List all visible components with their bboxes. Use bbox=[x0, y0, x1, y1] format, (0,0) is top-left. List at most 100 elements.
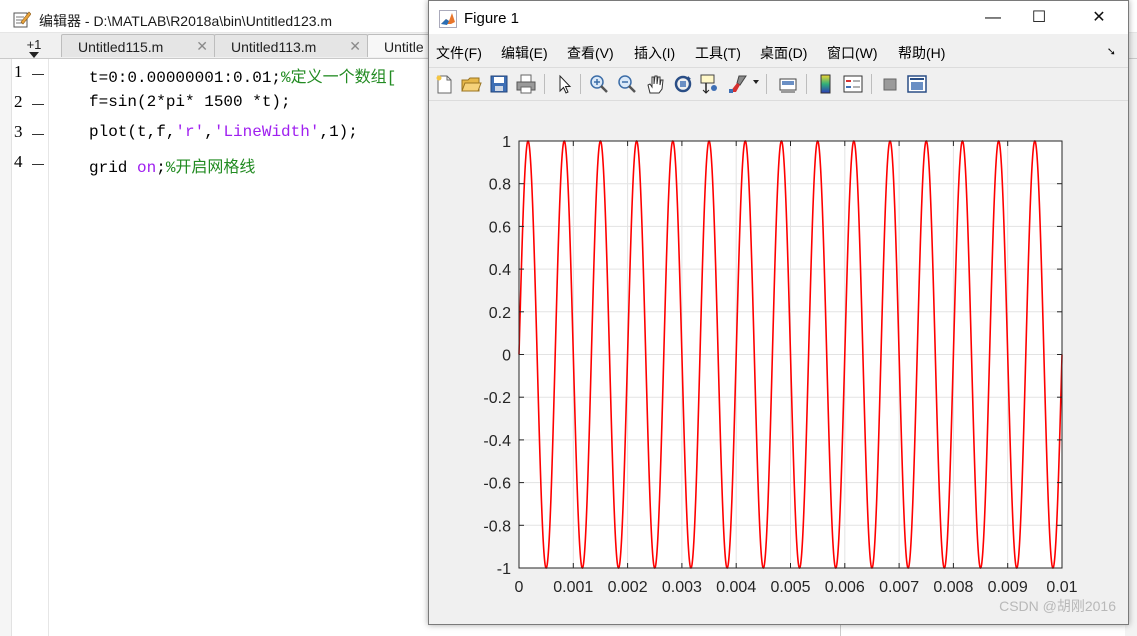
data-cursor-icon[interactable] bbox=[699, 73, 721, 95]
menu-edit[interactable]: 编辑(E) bbox=[501, 43, 548, 63]
menu-file[interactable]: 文件(F) bbox=[436, 43, 482, 63]
hide-plot-tools-icon[interactable] bbox=[879, 73, 901, 95]
tab-label: Untitled115.m bbox=[78, 39, 164, 55]
brush-icon[interactable] bbox=[727, 73, 749, 95]
code-text: plot(t,f, bbox=[89, 123, 176, 141]
breakpoint-marker[interactable] bbox=[32, 164, 44, 165]
figure-toolbar bbox=[429, 67, 1128, 101]
line-number-gutter: 1 2 3 4 bbox=[12, 59, 49, 636]
x-tick-label: 0.008 bbox=[933, 579, 973, 596]
pan-icon[interactable] bbox=[644, 73, 666, 95]
x-tick-label: 0 bbox=[515, 579, 524, 596]
legend-icon[interactable] bbox=[842, 73, 864, 95]
code-line-3: plot(t,f,'r','LineWidth',1); bbox=[89, 123, 358, 141]
menu-window[interactable]: 窗口(W) bbox=[827, 43, 878, 63]
toolbar-separator bbox=[766, 74, 767, 94]
tab-untitled113[interactable]: Untitled113.m ✕ bbox=[214, 34, 368, 57]
watermark: CSDN @胡刚2016 bbox=[999, 598, 1116, 614]
maximize-button[interactable]: ☐ bbox=[1016, 1, 1062, 34]
code-comment: %开启网格线 bbox=[165, 159, 256, 177]
code-comment: %定义一个数组[ bbox=[281, 69, 397, 87]
print-icon[interactable] bbox=[515, 73, 537, 95]
code-text: ,1); bbox=[319, 123, 358, 141]
x-tick-label: 0.002 bbox=[608, 579, 648, 596]
x-tick-label: 0.007 bbox=[879, 579, 919, 596]
zoom-in-icon[interactable] bbox=[588, 73, 610, 95]
figure-titlebar[interactable]: Figure 1 — ☐ ✕ bbox=[429, 1, 1128, 34]
editor-title: 编辑器 - D:\MATLAB\R2018a\bin\Untitled123.m bbox=[39, 13, 333, 29]
x-tick-label: 0.001 bbox=[553, 579, 593, 596]
y-tick-label: -0.2 bbox=[483, 390, 511, 407]
menu-desktop[interactable]: 桌面(D) bbox=[760, 43, 807, 63]
new-figure-icon[interactable] bbox=[433, 73, 455, 95]
minimize-button[interactable]: — bbox=[970, 1, 1016, 34]
y-tick-label: 0 bbox=[502, 348, 511, 365]
save-icon[interactable] bbox=[488, 73, 510, 95]
code-keyword: on bbox=[137, 159, 157, 177]
breakpoint-marker[interactable] bbox=[32, 134, 44, 135]
menu-view[interactable]: 查看(V) bbox=[567, 43, 614, 63]
y-tick-label: -1 bbox=[497, 561, 511, 578]
x-tick-label: 0.004 bbox=[716, 579, 756, 596]
tab-count-label: +1 bbox=[26, 37, 42, 52]
y-tick-label: -0.8 bbox=[483, 518, 511, 535]
breakpoint-marker[interactable] bbox=[32, 74, 44, 75]
line-number: 1 bbox=[14, 62, 23, 81]
tab-untitled115[interactable]: Untitled115.m ✕ bbox=[61, 34, 215, 57]
matlab-logo-icon bbox=[439, 10, 457, 28]
rotate-3d-icon[interactable] bbox=[672, 73, 694, 95]
code-line-1: t=0:0.00000001:0.01;%定义一个数组[ bbox=[89, 63, 396, 87]
figure-title: Figure 1 bbox=[464, 10, 520, 27]
menu-help[interactable]: 帮助(H) bbox=[898, 43, 945, 63]
y-tick-label: 0.6 bbox=[489, 219, 511, 236]
code-text: grid bbox=[89, 159, 138, 177]
tab-untitled123[interactable]: Untitle bbox=[367, 34, 437, 57]
show-plot-tools-icon[interactable] bbox=[906, 73, 928, 95]
x-tick-label: 0.005 bbox=[770, 579, 810, 596]
link-plot-icon[interactable] bbox=[777, 73, 799, 95]
plot-area[interactable]: 0 0.001 0.002 0.003 0.004 0.005 0.006 0.007 0.00… bbox=[429, 100, 1128, 600]
menu-insert[interactable]: 插入(I) bbox=[634, 43, 675, 63]
y-tick-label: 0.4 bbox=[489, 262, 511, 279]
figure-menubar: 文件(F) 编辑(E) 查看(V) 插入(I) 工具(T) 桌面(D) 窗口(W… bbox=[429, 39, 1128, 65]
y-tick-label: 1 bbox=[502, 134, 511, 151]
code-text: f=sin(2*pi* 1500 *t); bbox=[89, 93, 291, 111]
figure-window: Figure 1 — ☐ ✕ 文件(F) 编辑(E) 查看(V) 插入(I) 工… bbox=[428, 0, 1129, 625]
pointer-icon[interactable] bbox=[553, 73, 575, 95]
y-tick-label: 0.8 bbox=[489, 177, 511, 194]
y-tick-label: -0.4 bbox=[483, 433, 511, 450]
code-text: t=0:0.00000001:0.01; bbox=[89, 69, 282, 87]
open-file-icon[interactable] bbox=[460, 73, 482, 95]
colorbar-icon[interactable] bbox=[815, 73, 837, 95]
x-tick-label: 0.006 bbox=[825, 579, 865, 596]
close-tab-icon[interactable]: ✕ bbox=[349, 38, 361, 55]
breakpoint-marker[interactable] bbox=[32, 104, 44, 105]
close-button[interactable]: ✕ bbox=[1076, 1, 1122, 34]
close-tab-icon[interactable]: ✕ bbox=[196, 38, 208, 55]
editor-icon bbox=[13, 11, 31, 28]
line-number: 3 bbox=[14, 122, 23, 141]
line-number: 4 bbox=[14, 152, 23, 171]
y-tick-label: -0.6 bbox=[483, 476, 511, 493]
code-string: 'LineWidth' bbox=[213, 123, 320, 141]
tab-label: Untitled113.m bbox=[231, 39, 317, 55]
toolbar-separator bbox=[871, 74, 872, 94]
menu-tools[interactable]: 工具(T) bbox=[695, 43, 741, 63]
toolbar-separator bbox=[580, 74, 581, 94]
code-text: ; bbox=[156, 159, 166, 177]
editor-left-gutter bbox=[0, 59, 12, 636]
chevron-down-icon bbox=[29, 52, 39, 58]
code-line-2: f=sin(2*pi* 1500 *t); bbox=[89, 93, 291, 111]
code-string: 'r' bbox=[175, 123, 205, 141]
x-tick-label: 0.009 bbox=[988, 579, 1028, 596]
tab-list-button[interactable]: +1 bbox=[20, 37, 48, 58]
brush-dropdown-icon[interactable] bbox=[753, 80, 759, 84]
dock-arrow-icon[interactable]: ➘ bbox=[1107, 45, 1116, 58]
line-number: 2 bbox=[14, 92, 23, 111]
y-tick-label: 0.2 bbox=[489, 305, 511, 322]
toolbar-separator bbox=[806, 74, 807, 94]
code-line-4: grid on;%开启网格线 bbox=[89, 153, 255, 177]
zoom-out-icon[interactable] bbox=[616, 73, 638, 95]
x-tick-label: 0.003 bbox=[662, 579, 702, 596]
x-tick-labels: 0 0.001 0.002 0.003 0.004 0.005 0.006 0.007 0.00… bbox=[515, 579, 1078, 596]
